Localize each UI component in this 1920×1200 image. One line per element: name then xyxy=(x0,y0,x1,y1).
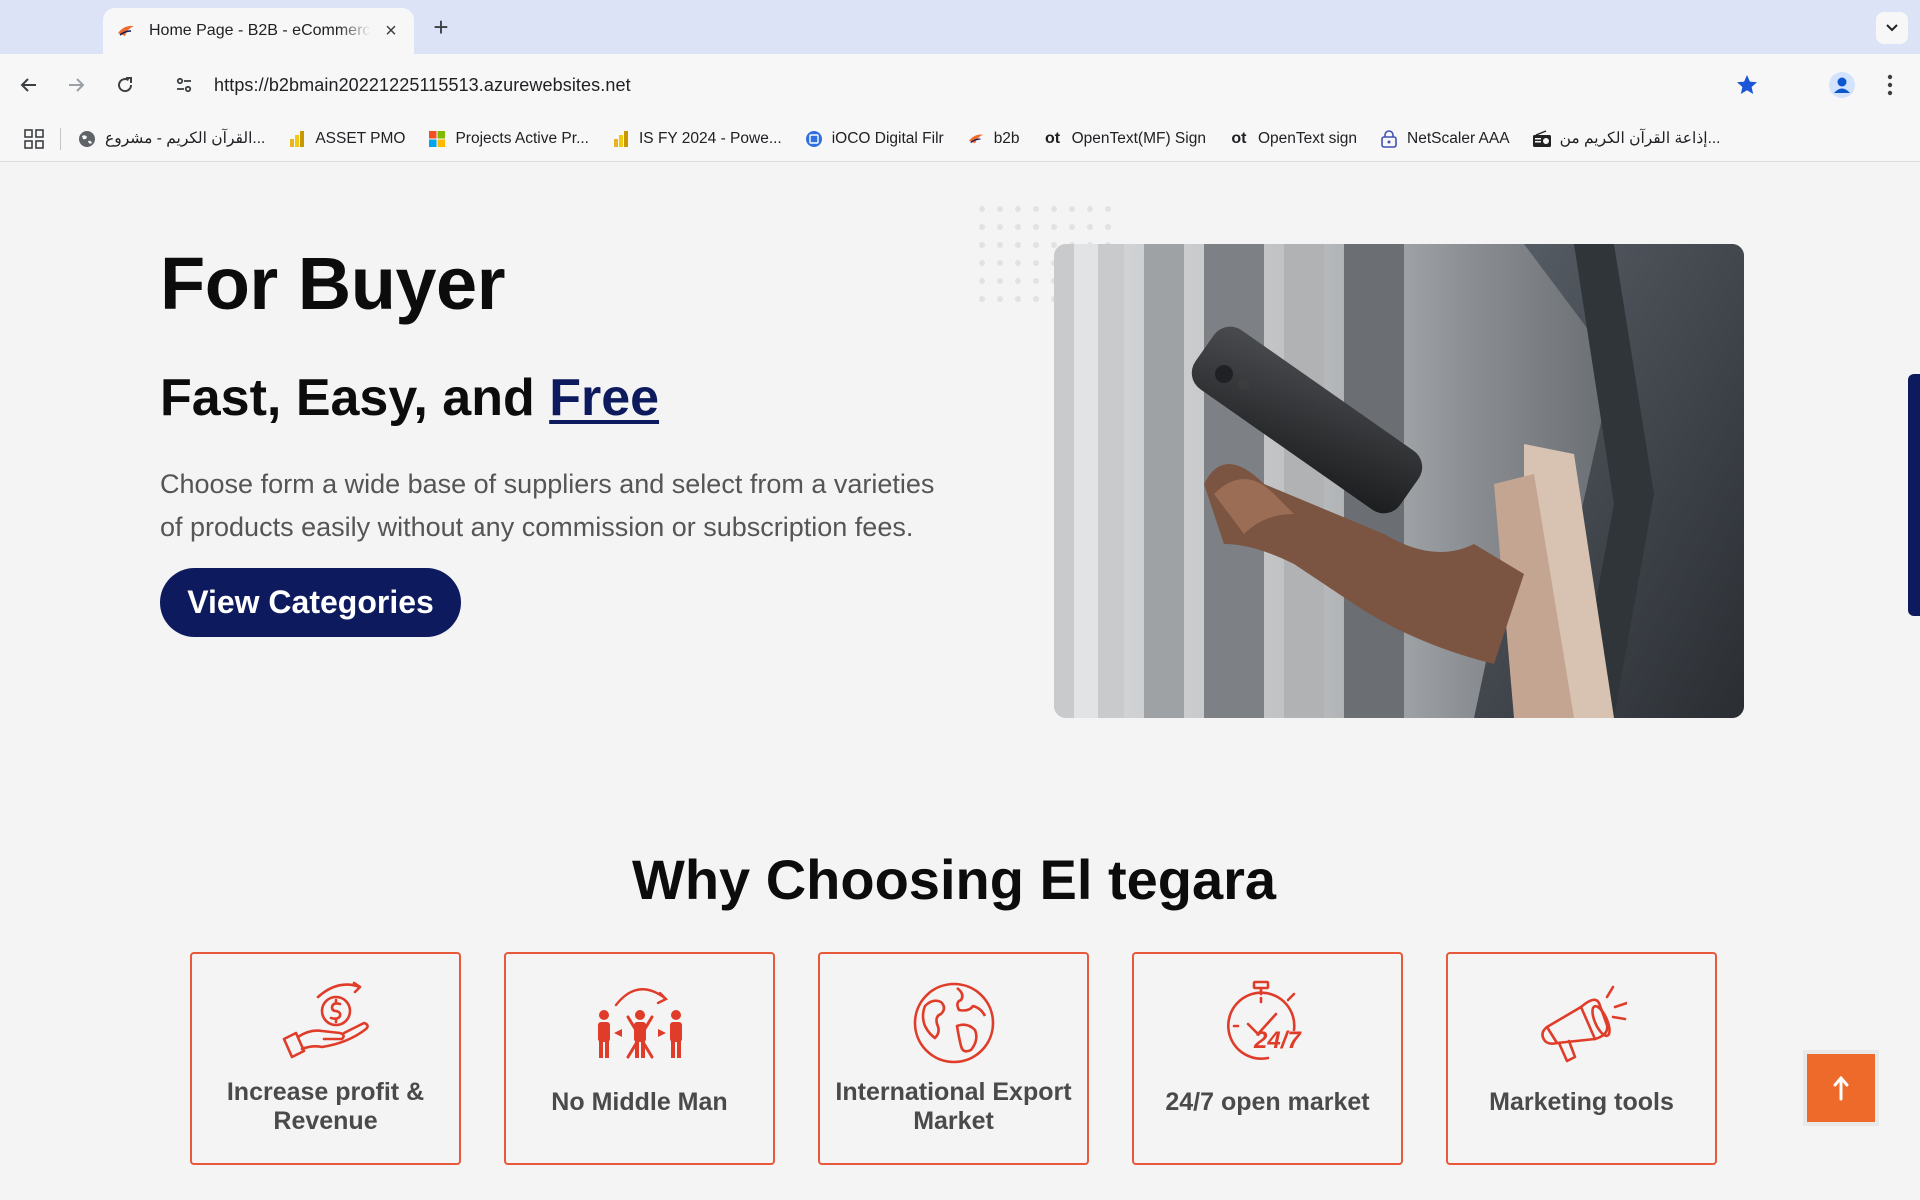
hero-description: Choose form a wide base of suppliers and… xyxy=(160,469,935,542)
b2b-favicon-icon xyxy=(115,20,137,42)
hero-title: For Buyer xyxy=(160,242,506,325)
apps-grid-icon[interactable] xyxy=(22,127,46,151)
opentext-icon: ot xyxy=(1045,129,1061,147)
tab-title: Home Page - B2B - eCommerce xyxy=(149,22,371,39)
feature-card: Increase profit & Revenue xyxy=(190,952,461,1165)
lock-icon xyxy=(1379,129,1399,149)
feature-card-label: 24/7 open market xyxy=(1165,1088,1370,1116)
filr-icon xyxy=(804,129,824,149)
hero-subtitle: Fast, Easy, and Free xyxy=(160,368,659,428)
site-info-icon[interactable] xyxy=(166,67,202,103)
reload-button[interactable] xyxy=(107,67,143,103)
bookmark-label: OpenText(MF) Sign xyxy=(1071,129,1206,147)
bookmark-item[interactable]: إذاعة القرآن الكريم من... xyxy=(1532,123,1731,155)
address-bar[interactable]: https://b2bmain20221225115513.azurewebsi… xyxy=(160,63,1776,107)
browser-toolbar: https://b2bmain20221225115513.azurewebsi… xyxy=(0,54,1920,116)
bookmark-item[interactable]: القرآن الكريم - مشروع... xyxy=(77,123,275,155)
globe-icon xyxy=(77,129,97,149)
forward-button[interactable] xyxy=(58,67,94,103)
bookmark-label: NetScaler AAA xyxy=(1407,129,1510,147)
bookmarks-divider xyxy=(60,127,61,150)
bookmark-item[interactable]: NetScaler AAA xyxy=(1379,123,1520,155)
globe-icon xyxy=(904,980,1004,1066)
hero-image-businessman-phone xyxy=(1054,244,1744,718)
no-middleman-icon xyxy=(590,980,690,1066)
opentext-icon: ot xyxy=(1231,129,1247,147)
view-categories-button[interactable]: View Categories xyxy=(160,568,461,637)
avatar-icon xyxy=(1829,72,1855,98)
chevron-down-icon xyxy=(1886,24,1898,32)
feature-card-label: International Export Market xyxy=(835,1078,1072,1135)
browser-tab[interactable]: Home Page - B2B - eCommerce × xyxy=(103,8,414,54)
back-button[interactable] xyxy=(11,67,47,103)
feature-card-label: Marketing tools xyxy=(1489,1088,1674,1116)
bookmark-label: iOCO Digital Filr xyxy=(831,129,944,147)
bookmark-label: إذاعة القرآن الكريم من... xyxy=(1559,130,1721,147)
why-section-title: Why Choosing El tegara xyxy=(0,847,1908,912)
bookmark-label: Projects Active Pr... xyxy=(455,129,589,147)
bookmark-item[interactable]: ot OpenText(MF) Sign xyxy=(1042,123,1216,155)
feature-card: International Export Market xyxy=(818,952,1089,1165)
feature-card-label: No Middle Man xyxy=(551,1088,728,1116)
bookmark-item[interactable]: Projects Active Pr... xyxy=(427,123,599,155)
feature-card: Marketing tools xyxy=(1446,952,1717,1165)
bookmarks-bar: القرآن الكريم - مشروع... ASSET PMO Proje… xyxy=(0,116,1920,162)
reload-icon xyxy=(118,77,133,93)
hero-subtitle-highlight: Free xyxy=(549,369,660,427)
radio-icon xyxy=(1532,129,1552,149)
bookmark-label: IS FY 2024 - Powe... xyxy=(639,129,782,147)
stopwatch-247-icon-text: 24/7 xyxy=(1253,1027,1302,1054)
microsoft-icon xyxy=(427,129,447,149)
b2b-favicon-icon xyxy=(966,129,986,149)
side-scroll-indicator xyxy=(1908,374,1920,616)
why-title-text: Why Choosing El tegara xyxy=(631,848,1277,911)
tab-close-icon[interactable]: × xyxy=(380,20,402,42)
features-row: Increase profit & Revenue No Middle Man xyxy=(190,952,1720,1167)
profile-button[interactable] xyxy=(1826,69,1858,101)
bookmark-item[interactable]: IS FY 2024 - Powe... xyxy=(611,123,792,155)
bookmark-item[interactable]: iOCO Digital Filr xyxy=(804,123,954,155)
feature-card: No Middle Man xyxy=(504,952,775,1165)
bookmark-item[interactable]: ASSET PMO xyxy=(287,123,415,155)
megaphone-icon xyxy=(1532,980,1632,1066)
web-page: For Buyer Fast, Easy, and Free Choose fo… xyxy=(0,163,1920,1200)
powerbi-icon xyxy=(287,129,307,149)
feature-card: 24/7 24/7 open market xyxy=(1132,952,1403,1165)
scroll-to-top-button[interactable] xyxy=(1807,1054,1875,1122)
bookmark-label: ASSET PMO xyxy=(315,129,406,147)
hero-subtitle-text: Fast, Easy, and xyxy=(160,369,550,427)
bookmark-label: b2b xyxy=(993,129,1020,147)
more-vert-icon xyxy=(1887,74,1893,96)
powerbi-icon xyxy=(611,129,631,149)
bookmark-star-icon[interactable] xyxy=(1732,70,1762,100)
arrow-up-icon xyxy=(1833,1075,1849,1101)
bookmark-label: OpenText sign xyxy=(1257,129,1358,147)
new-tab-button[interactable]: + xyxy=(426,12,456,42)
arrow-left-icon xyxy=(20,78,36,92)
bookmark-item[interactable]: b2b xyxy=(966,123,1030,155)
browser-menu-button[interactable] xyxy=(1874,69,1906,101)
bookmark-label: القرآن الكريم - مشروع... xyxy=(105,130,266,147)
arrow-right-icon xyxy=(69,78,85,92)
url-text: https://b2bmain20221225115513.azurewebsi… xyxy=(214,74,631,95)
tab-search-button[interactable] xyxy=(1876,12,1908,44)
money-hand-icon xyxy=(276,980,376,1066)
stopwatch-247-icon: 24/7 xyxy=(1218,980,1318,1066)
tab-strip: Home Page - B2B - eCommerce × + xyxy=(0,0,1920,54)
bookmark-item[interactable]: ot OpenText sign xyxy=(1228,123,1367,155)
feature-card-label: Increase profit & Revenue xyxy=(226,1078,425,1135)
